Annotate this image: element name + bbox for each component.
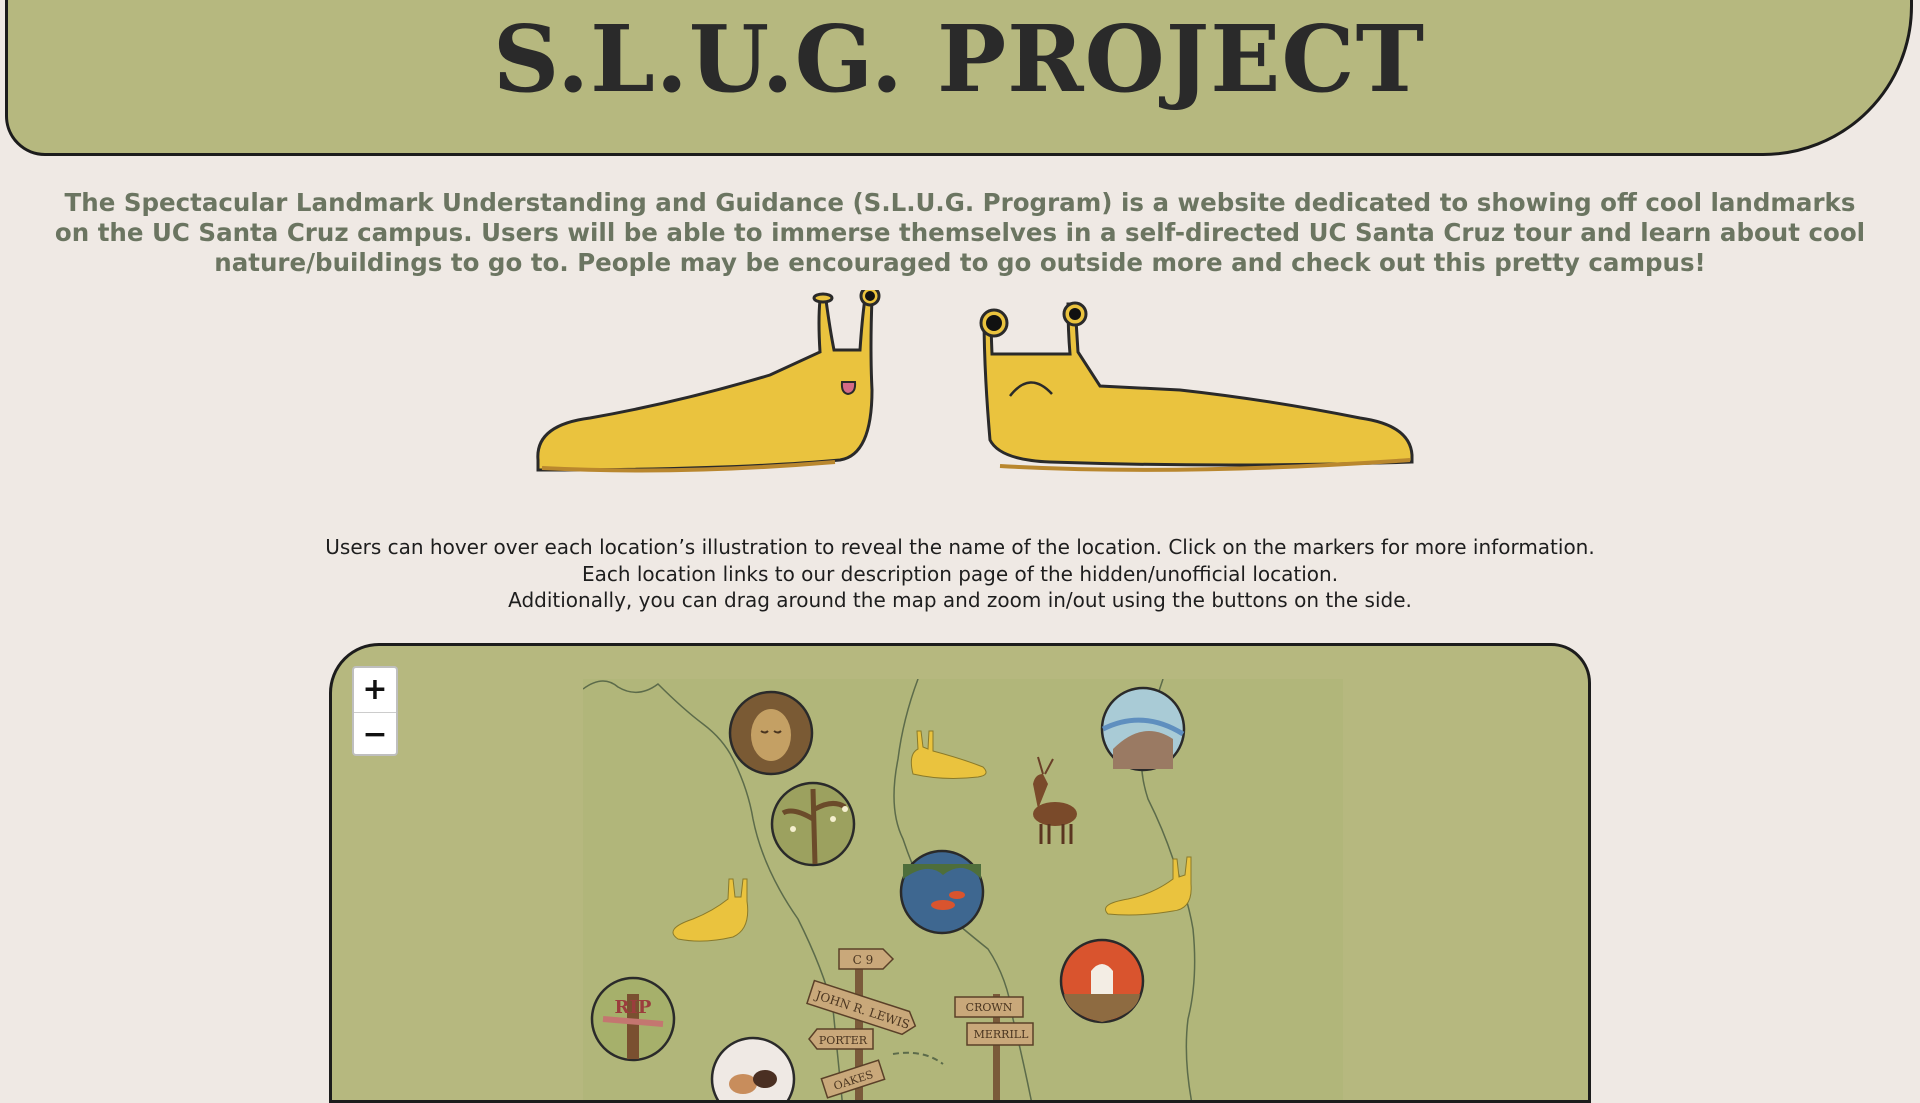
- marker-river[interactable]: [1100, 686, 1186, 772]
- right-slug: [979, 301, 1414, 472]
- instructions: Users can hover over each location’s ill…: [0, 534, 1920, 614]
- page-title: S.L.U.G. PROJECT: [492, 5, 1426, 113]
- marker-ghost[interactable]: [1059, 938, 1145, 1024]
- sign-c9: C 9: [838, 948, 895, 970]
- sign-merrill: MERRILL: [966, 1022, 1034, 1046]
- sign-porter: PORTER: [808, 1028, 874, 1050]
- slug-mascots-illustration: [536, 290, 1414, 473]
- zoom-out-button[interactable]: −: [354, 712, 396, 754]
- marker-koi-pond[interactable]: [899, 849, 985, 935]
- zoom-control: + −: [352, 666, 398, 756]
- map-illustration[interactable]: RIP C 9 JOHN R. LEWIS PORTER OAKES CROWN…: [583, 679, 1343, 1103]
- marker-tombstone[interactable]: RIP: [590, 976, 676, 1062]
- instruction-line: Users can hover over each location’s ill…: [325, 535, 1595, 559]
- svg-text:MERRILL: MERRILL: [974, 1028, 1030, 1041]
- svg-text:CROWN: CROWN: [966, 1001, 1013, 1014]
- header-banner: S.L.U.G. PROJECT: [5, 0, 1913, 156]
- instruction-line: Each location links to our description p…: [581, 561, 1339, 586]
- campus-map[interactable]: RIP C 9 JOHN R. LEWIS PORTER OAKES CROWN…: [329, 643, 1591, 1103]
- tombstone-label: RIP: [615, 997, 652, 1018]
- marker-buddha[interactable]: [728, 690, 814, 776]
- marker-tree-lights[interactable]: [770, 781, 856, 867]
- zoom-in-button[interactable]: +: [354, 668, 396, 712]
- left-slug: [536, 290, 881, 473]
- sign-crown: CROWN: [954, 996, 1024, 1018]
- intro-paragraph: The Spectacular Landmark Understanding a…: [54, 188, 1866, 277]
- svg-text:C 9: C 9: [853, 953, 874, 967]
- svg-text:PORTER: PORTER: [819, 1034, 868, 1047]
- instruction-line: Additionally, you can drag around the ma…: [508, 588, 1412, 612]
